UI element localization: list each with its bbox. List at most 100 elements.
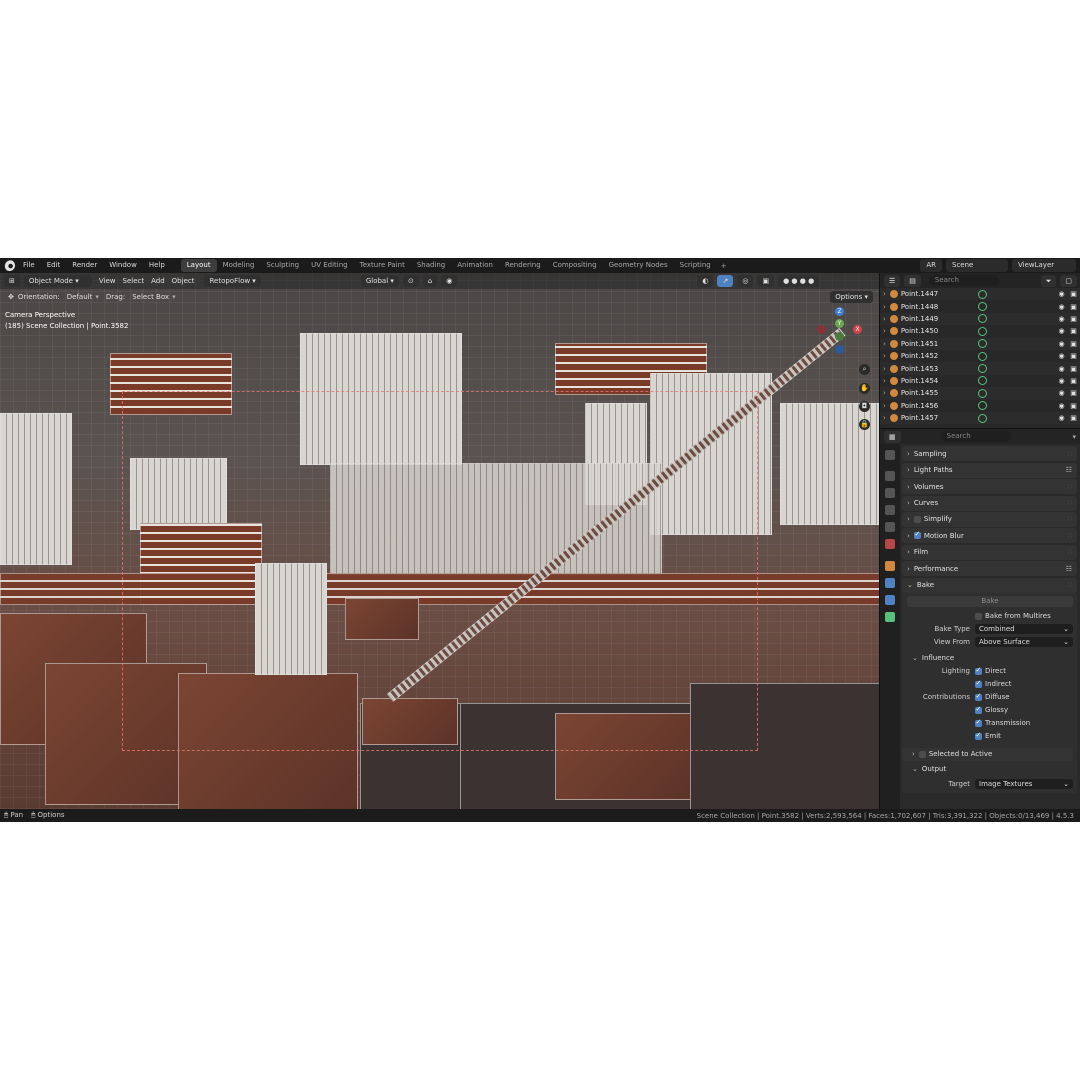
x-axis-icon[interactable]: X — [853, 325, 862, 334]
menu-window[interactable]: Window — [103, 258, 143, 273]
display-mode-icon[interactable]: ▤ — [904, 274, 921, 287]
menu-file[interactable]: File — [17, 258, 41, 273]
eye-icon[interactable]: ◉ — [1057, 315, 1066, 323]
outliner-search-input[interactable]: Search — [928, 275, 999, 286]
panel-volumes[interactable]: › Volumes ∷ — [902, 479, 1077, 495]
mode-selector[interactable]: Object Mode ▾ — [23, 275, 92, 287]
tab-uv-editing[interactable]: UV Editing — [305, 259, 354, 272]
chevron-down-icon[interactable]: ▾ — [95, 293, 99, 301]
world-tab-icon[interactable] — [885, 539, 895, 549]
tab-layout[interactable]: Layout — [180, 259, 217, 272]
bake-from-multires-checkbox[interactable] — [975, 612, 982, 620]
render-camera-icon[interactable]: ▣ — [1069, 365, 1078, 373]
neg-x-axis-icon[interactable] — [817, 325, 826, 334]
outliner-row[interactable]: › Point.1453 ◉ ▣ — [880, 362, 1080, 375]
scene-selector[interactable]: Scene — [946, 259, 1008, 272]
xray-toggle-icon[interactable]: ▣ — [757, 275, 775, 287]
proportional-edit-icon[interactable]: ◉ — [441, 275, 458, 287]
view-layer-tab-icon[interactable] — [885, 505, 895, 515]
tool-tab-icon[interactable] — [885, 450, 895, 460]
render-camera-icon[interactable]: ▣ — [1069, 303, 1078, 311]
outliner-item-name[interactable]: Point.1447 — [901, 290, 978, 298]
zoom-icon[interactable]: ⌕ — [859, 364, 870, 375]
outliner-row[interactable]: › Point.1454 ◉ ▣ — [880, 375, 1080, 387]
emit-checkbox[interactable] — [975, 731, 982, 740]
motion-blur-checkbox[interactable] — [913, 530, 921, 540]
target-dropdown[interactable]: Image Textures ⌄ — [975, 779, 1073, 790]
outliner-item-name[interactable]: Point.1452 — [901, 352, 978, 360]
presets-icon[interactable]: ☷ — [1066, 565, 1072, 573]
overlay-toggle-icon[interactable]: ◎ — [737, 275, 754, 287]
render-tab-icon[interactable] — [885, 471, 895, 481]
add-workspace-button[interactable]: + — [717, 262, 731, 270]
render-camera-icon[interactable]: ▣ — [1069, 315, 1078, 323]
selected-to-active-subpanel[interactable]: › Selected to Active — [902, 747, 1073, 761]
outliner-editor-icon[interactable]: ☰ — [884, 274, 901, 287]
snap-icon[interactable]: ⌂ — [422, 275, 438, 287]
menu-object[interactable]: Object — [172, 277, 195, 285]
outliner-row[interactable]: › Point.1447 ◉ ▣ — [880, 288, 1080, 301]
render-camera-icon[interactable]: ▣ — [1069, 352, 1078, 360]
outliner-item-name[interactable]: Point.1453 — [901, 365, 978, 373]
tab-shading[interactable]: Shading — [411, 259, 451, 272]
tab-animation[interactable]: Animation — [451, 259, 499, 272]
new-collection-icon[interactable]: ▢ — [1060, 274, 1077, 287]
panel-simplify[interactable]: › Simplify ∷ — [902, 511, 1077, 527]
output-subpanel[interactable]: ⌄ Output — [902, 763, 1077, 776]
outliner-row[interactable]: › Point.1456 ◉ ▣ — [880, 400, 1080, 412]
z-axis-icon[interactable]: Z — [835, 307, 844, 316]
tab-rendering[interactable]: Rendering — [499, 259, 547, 272]
physics-tab-icon[interactable] — [885, 578, 895, 588]
panel-motion-blur[interactable]: ›Motion Blur∷ — [902, 528, 1077, 544]
presets-icon[interactable]: ☷ — [1066, 466, 1072, 474]
visibility-icon[interactable]: ◐ — [697, 275, 714, 287]
object-tab-icon[interactable] — [885, 561, 895, 571]
outliner-row[interactable]: › Point.1451 ◉ ▣ — [880, 337, 1080, 350]
pan-hand-icon[interactable]: ✋ — [859, 383, 870, 394]
glossy-checkbox[interactable] — [975, 705, 982, 714]
outliner-item-name[interactable]: Point.1451 — [901, 340, 978, 348]
view-from-dropdown[interactable]: Above Surface ⌄ — [975, 637, 1073, 648]
eye-icon[interactable]: ◉ — [1057, 402, 1066, 410]
menu-select[interactable]: Select — [123, 277, 145, 285]
outliner-row[interactable]: › Point.1455 ◉ ▣ — [880, 387, 1080, 400]
pivot-icon[interactable]: ⊙ — [402, 275, 419, 287]
blender-logo-icon[interactable] — [4, 260, 15, 271]
render-camera-icon[interactable]: ▣ — [1069, 389, 1078, 397]
options-button[interactable]: Options ▾ — [830, 290, 873, 303]
editor-type-button[interactable]: ⊞ — [4, 275, 20, 287]
outliner-item-name[interactable]: Point.1449 — [901, 315, 978, 323]
menu-help[interactable]: Help — [143, 258, 171, 273]
gizmo-toggle-icon[interactable]: ↗ — [717, 275, 734, 287]
transmission-checkbox[interactable] — [975, 718, 982, 727]
menu-add[interactable]: Add — [151, 277, 165, 285]
influence-subpanel[interactable]: ⌄ Influence — [902, 652, 1077, 665]
data-tab-icon[interactable] — [885, 612, 895, 622]
outliner-item-name[interactable]: Point.1454 — [901, 377, 978, 385]
camera-view-icon[interactable]: ◘ — [859, 401, 870, 412]
outliner-row[interactable]: › Point.1448 ◉ ▣ — [880, 300, 1080, 312]
outliner-item-name[interactable]: Point.1448 — [901, 303, 978, 311]
outliner-row[interactable]: › Point.1450 ◉ ▣ — [880, 325, 1080, 337]
selected-to-active-checkbox[interactable] — [918, 750, 926, 758]
menu-render[interactable]: Render — [66, 258, 103, 273]
simplify-checkbox[interactable] — [913, 515, 921, 523]
panel-curves[interactable]: › Curves ∷ — [902, 495, 1077, 511]
properties-search-input[interactable]: Search — [940, 431, 1011, 442]
outliner-row[interactable]: › Point.1457 ◉ ▣ — [880, 411, 1080, 425]
lock-icon[interactable]: 🔒 — [859, 419, 870, 430]
chevron-down-icon[interactable]: ▾ — [1072, 433, 1076, 441]
scene-tab-icon[interactable] — [885, 522, 895, 532]
outliner-item-name[interactable]: Point.1455 — [901, 389, 978, 397]
navigation-gizmo[interactable]: Z X Y — [817, 307, 863, 354]
outliner-item-name[interactable]: Point.1450 — [901, 327, 978, 335]
eye-icon[interactable]: ◉ — [1057, 365, 1066, 373]
indirect-checkbox[interactable] — [975, 679, 982, 688]
render-camera-icon[interactable]: ▣ — [1069, 402, 1078, 410]
engine-badge[interactable]: AR — [920, 259, 942, 272]
tab-compositing[interactable]: Compositing — [547, 259, 603, 272]
render-camera-icon[interactable]: ▣ — [1069, 340, 1078, 348]
eye-icon[interactable]: ◉ — [1057, 290, 1066, 298]
filter-icon[interactable]: ⏷ — [1040, 274, 1057, 287]
constraints-tab-icon[interactable] — [885, 595, 895, 605]
